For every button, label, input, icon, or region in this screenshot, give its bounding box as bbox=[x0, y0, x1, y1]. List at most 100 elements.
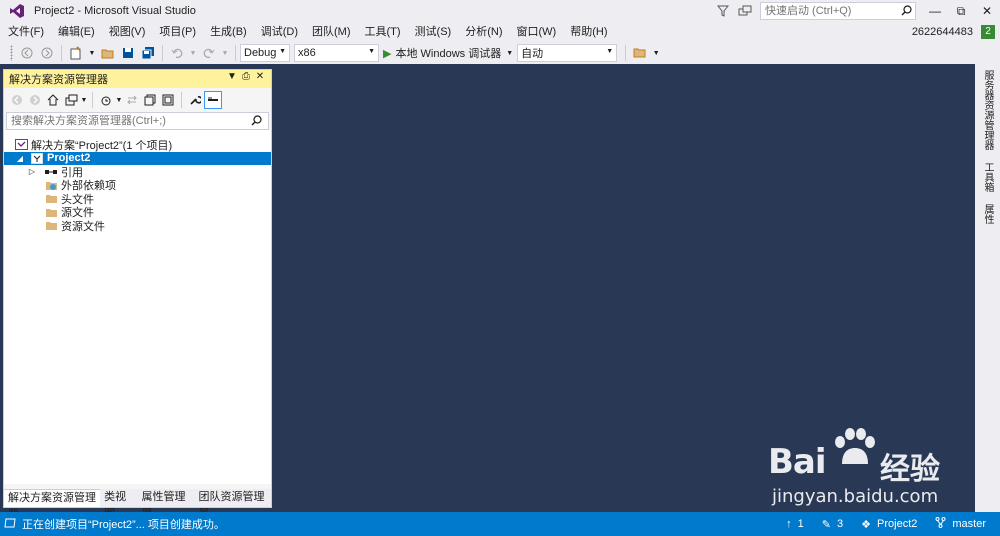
close-icon[interactable]: ✕ bbox=[253, 71, 267, 82]
tree-item-external-dependencies[interactable]: 外部依赖项 bbox=[4, 179, 271, 192]
repository-selector[interactable]: ❖ Project2 bbox=[861, 518, 917, 531]
unpublished-commits[interactable]: ↑ 1 bbox=[786, 518, 804, 530]
start-debugging-button[interactable]: ▶ 本地 Windows 调试器 ▼ bbox=[383, 44, 513, 62]
switch-views-dropdown-icon[interactable]: ▼ bbox=[80, 91, 88, 109]
undo-icon[interactable] bbox=[169, 45, 185, 61]
solution-icon bbox=[14, 139, 28, 151]
pending-changes[interactable]: ✎ 3 bbox=[822, 518, 843, 531]
forward-icon[interactable] bbox=[26, 91, 44, 109]
menu-test[interactable]: 测试(S) bbox=[408, 22, 459, 42]
pin-icon[interactable]: ⎙ bbox=[239, 71, 253, 82]
solution-explorer-search-input[interactable] bbox=[11, 115, 241, 127]
minimize-button[interactable]: — bbox=[922, 0, 948, 22]
preview-selected-items-icon[interactable] bbox=[204, 91, 222, 109]
menu-window[interactable]: 窗口(W) bbox=[510, 22, 564, 42]
tree-item-project[interactable]: ◢ Project2 bbox=[4, 151, 271, 165]
right-tool-rail: 服务器资源管理器 工具箱 属性 bbox=[975, 64, 1000, 512]
toolbar-options-icon[interactable]: ▼ bbox=[652, 45, 660, 61]
navigate-forward-icon[interactable] bbox=[39, 45, 55, 61]
menu-build[interactable]: 生成(B) bbox=[203, 22, 254, 42]
pending-count: 3 bbox=[837, 518, 844, 530]
solution-explorer-search[interactable] bbox=[6, 112, 269, 130]
toolbar-separator bbox=[162, 45, 163, 61]
dropdown-arrow-icon[interactable]: ▼ bbox=[88, 45, 96, 61]
restore-button[interactable]: ⧉ bbox=[948, 0, 974, 22]
menu-view[interactable]: 视图(V) bbox=[102, 22, 153, 42]
solution-tree: 解决方案“Project2”(1 个项目) ◢ Project2 ▷ 引用 外部… bbox=[4, 130, 271, 484]
tab-class-view[interactable]: 类视图 bbox=[100, 489, 137, 520]
menu-project[interactable]: 项目(P) bbox=[152, 22, 203, 42]
redo-icon[interactable] bbox=[201, 45, 217, 61]
filter-icon[interactable] bbox=[712, 0, 734, 22]
window-title: Project2 - Microsoft Visual Studio bbox=[34, 5, 196, 17]
play-icon: ▶ bbox=[383, 47, 392, 60]
new-project-icon[interactable] bbox=[68, 45, 84, 61]
tab-properties[interactable]: 属性 bbox=[975, 200, 1000, 228]
account-name[interactable]: 2622644483 bbox=[912, 26, 973, 38]
close-button[interactable]: ✕ bbox=[974, 0, 1000, 22]
save-icon[interactable] bbox=[120, 45, 136, 61]
tab-team-explorer[interactable]: 团队资源管理器 bbox=[194, 489, 271, 520]
collapse-all-icon[interactable] bbox=[159, 91, 177, 109]
unpublished-count: 1 bbox=[797, 518, 804, 530]
solution-explorer-panel: 解决方案资源管理器 ▼ ⎙ ✕ ▼ ▼ 搜索解决方案资源管理器(Ctrl+;) … bbox=[3, 69, 272, 521]
search-icon[interactable] bbox=[901, 5, 912, 19]
navigate-back-icon[interactable] bbox=[19, 45, 35, 61]
tree-item-resource-files[interactable]: 资源文件 bbox=[4, 219, 271, 233]
quick-launch-box[interactable] bbox=[760, 2, 916, 20]
watermark-brand: Bai bbox=[768, 442, 827, 482]
find-in-files-icon[interactable] bbox=[632, 45, 648, 61]
filter-dropdown-icon[interactable]: ▼ bbox=[115, 91, 123, 109]
menu-analyze[interactable]: 分析(N) bbox=[458, 22, 509, 42]
branch-selector[interactable]: master bbox=[935, 517, 986, 531]
baidu-jingyan-watermark: Bai 经验 jingyan.baidu.com bbox=[768, 428, 948, 510]
refresh-icon[interactable] bbox=[141, 91, 159, 109]
pending-changes-filter-icon[interactable] bbox=[97, 91, 115, 109]
switch-views-icon[interactable] bbox=[62, 91, 80, 109]
window-position-dropdown-icon[interactable]: ▼ bbox=[225, 71, 239, 82]
solution-explorer-header[interactable]: 解决方案资源管理器 ▼ ⎙ ✕ bbox=[4, 70, 271, 88]
feedback-icon[interactable] bbox=[734, 0, 756, 22]
solution-config-select[interactable]: 自动 ▼ bbox=[517, 44, 618, 62]
redo-dropdown-icon[interactable]: ▼ bbox=[221, 45, 229, 61]
external-dependencies-icon bbox=[44, 180, 58, 191]
notification-badge[interactable]: 2 bbox=[981, 25, 995, 39]
tool-window-tabs: 解决方案资源管理器 类视图 属性管理器 团队资源管理器 bbox=[4, 489, 271, 521]
tab-property-manager[interactable]: 属性管理器 bbox=[138, 489, 195, 520]
menu-bar: 文件(F) 编辑(E) 视图(V) 项目(P) 生成(B) 调试(D) 团队(M… bbox=[0, 22, 1000, 42]
tab-server-explorer[interactable]: 服务器资源管理器 bbox=[975, 66, 1000, 154]
tree-item-header-files[interactable]: 头文件 bbox=[4, 192, 271, 206]
menu-team[interactable]: 团队(M) bbox=[305, 22, 358, 42]
tree-item-solution[interactable]: 解决方案“Project2”(1 个项目) bbox=[4, 138, 271, 152]
quick-launch-input[interactable] bbox=[765, 5, 895, 17]
search-icon[interactable] bbox=[251, 115, 262, 129]
properties-wrench-icon[interactable] bbox=[186, 91, 204, 109]
menu-help[interactable]: 帮助(H) bbox=[563, 22, 614, 42]
output-icon[interactable] bbox=[4, 518, 16, 531]
menu-edit[interactable]: 编辑(E) bbox=[51, 22, 102, 42]
back-icon[interactable] bbox=[8, 91, 26, 109]
toolbar-grip[interactable] bbox=[10, 45, 13, 61]
watermark-url: jingyan.baidu.com bbox=[772, 486, 939, 507]
configuration-select[interactable]: Debug ▼ bbox=[240, 44, 290, 62]
sync-with-document-icon[interactable] bbox=[123, 91, 141, 109]
solution-config-value: 自动 bbox=[521, 48, 544, 60]
collapsed-arrow-icon[interactable]: ▷ bbox=[26, 167, 38, 176]
platform-select[interactable]: x86 ▼ bbox=[294, 44, 379, 62]
save-all-icon[interactable] bbox=[140, 45, 156, 61]
menu-debug[interactable]: 调试(D) bbox=[254, 22, 305, 42]
tree-item-references[interactable]: ▷ 引用 bbox=[4, 165, 271, 179]
status-message: 正在创建项目“Project2”... 项目创建成功。 bbox=[22, 519, 225, 531]
tab-solution-explorer[interactable]: 解决方案资源管理器 bbox=[4, 489, 101, 521]
menu-tools[interactable]: 工具(T) bbox=[358, 22, 408, 42]
toolbar-separator bbox=[181, 92, 182, 108]
solution-explorer-toolbar: ▼ ▼ bbox=[4, 88, 271, 112]
undo-dropdown-icon[interactable]: ▼ bbox=[189, 45, 197, 61]
chevron-down-icon[interactable]: ▼ bbox=[506, 50, 513, 57]
expanded-arrow-icon[interactable]: ◢ bbox=[14, 154, 26, 163]
home-icon[interactable] bbox=[44, 91, 62, 109]
tree-item-source-files[interactable]: 源文件 bbox=[4, 206, 271, 219]
open-file-icon[interactable] bbox=[100, 45, 116, 61]
menu-file[interactable]: 文件(F) bbox=[0, 22, 51, 42]
tab-toolbox[interactable]: 工具箱 bbox=[975, 158, 1000, 196]
